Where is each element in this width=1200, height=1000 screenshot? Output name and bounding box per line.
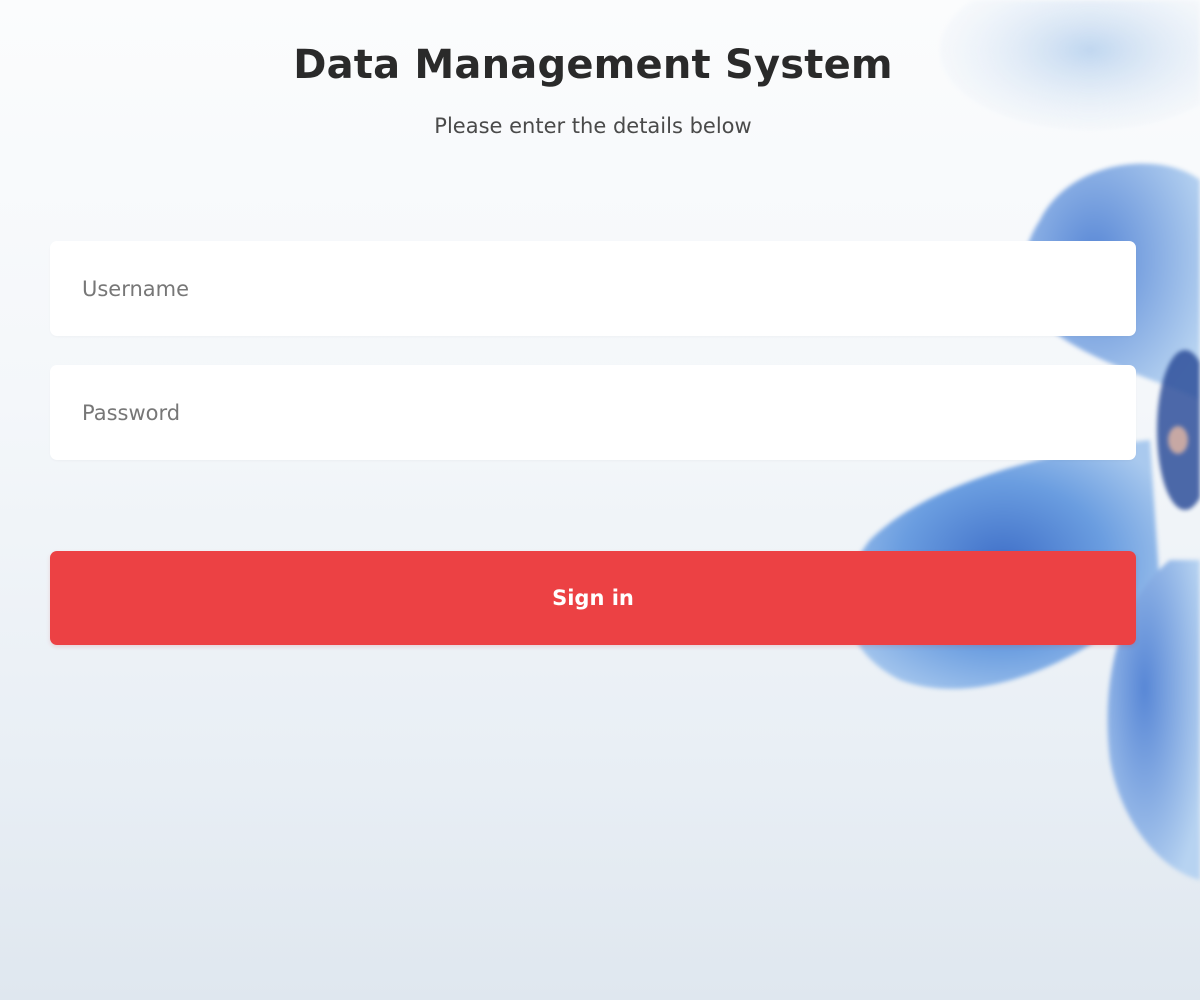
flower-background-image	[846, 0, 1200, 880]
page-title: Data Management System	[293, 42, 893, 88]
page-subtitle: Please enter the details below	[434, 114, 752, 138]
password-input[interactable]	[50, 365, 1136, 460]
flower-center-highlight-shape	[1168, 426, 1188, 454]
username-input[interactable]	[50, 241, 1136, 336]
sign-in-button[interactable]: Sign in	[50, 551, 1136, 645]
flower-center-shape	[1157, 350, 1200, 510]
